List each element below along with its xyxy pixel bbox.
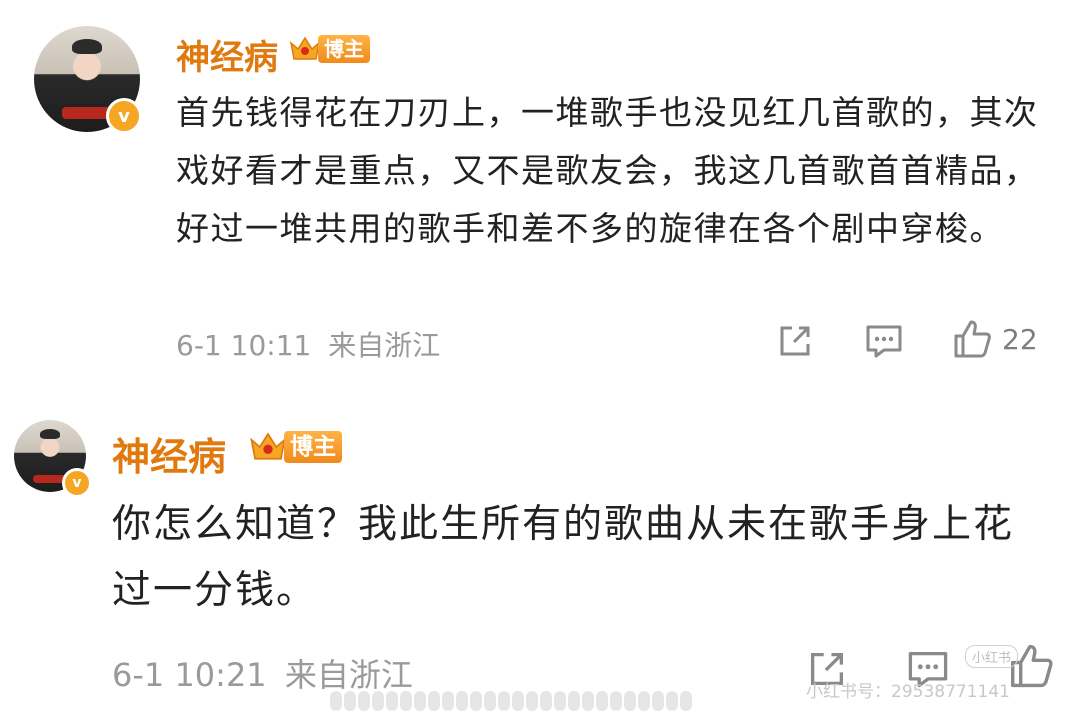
comment-item: v 神经病 博主 你怎么知道？我此生所有的歌曲从未在歌手身上花过一分钱。 6-1… <box>0 0 1080 720</box>
comment-location: 来自浙江 <box>284 656 413 694</box>
watermark-logo: 小红书 <box>964 645 1018 668</box>
comment-text: 你怎么知道？我此生所有的歌曲从未在歌手身上花过一分钱。 <box>112 502 1015 613</box>
verified-badge-icon: v <box>62 468 92 498</box>
avatar-hair <box>39 428 61 439</box>
crown-icon <box>250 432 286 460</box>
username[interactable]: 神经病 <box>112 426 226 481</box>
comment-time: 6-1 10:21 <box>112 656 267 694</box>
scroll-indicator <box>330 690 750 712</box>
badge-label: 博主 <box>284 431 342 463</box>
blogger-badge: 博主 <box>248 428 342 466</box>
watermark-text: 小红书号：29538771141 <box>806 682 1010 702</box>
